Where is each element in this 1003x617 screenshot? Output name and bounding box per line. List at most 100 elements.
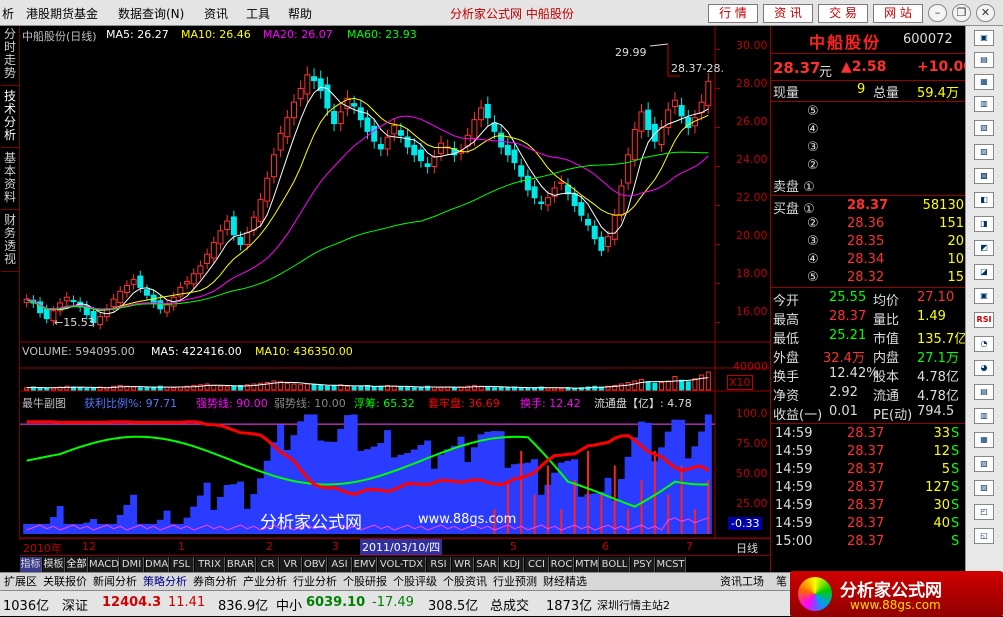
indicator-tab[interactable]: PSY	[631, 557, 655, 572]
menu-item-data-query[interactable]: 数据查询(N)	[118, 5, 184, 22]
bottom-nav-item[interactable]: 产业分析	[243, 574, 287, 590]
timeline-period[interactable]: 日线	[736, 540, 758, 556]
buy-level-key: ③	[807, 234, 819, 249]
buy-price: 28.37	[847, 198, 889, 213]
indicator-tab[interactable]: ASI	[328, 557, 352, 572]
menu-item-help[interactable]: 帮助	[288, 5, 312, 22]
toolbar-icon[interactable]: ▧	[974, 456, 994, 472]
bottom-right-item[interactable]: 笔	[776, 574, 787, 590]
toolbar-icon[interactable]: ▤	[974, 52, 994, 68]
tab-financials[interactable]: 财务透视	[1, 214, 19, 272]
trade-button[interactable]: 交 易	[818, 4, 868, 23]
volume-bar	[398, 386, 404, 391]
candle	[204, 248, 211, 270]
indicator-tab[interactable]: BRAR	[226, 557, 256, 572]
indicator-tab[interactable]: MTM	[575, 557, 599, 572]
toolbar-icon[interactable]: ◨	[974, 216, 994, 232]
bottom-nav-item[interactable]: 财经精选	[543, 574, 587, 590]
buy-volume: 20	[947, 234, 964, 249]
candle	[157, 295, 164, 314]
candle	[103, 303, 110, 322]
restore-icon[interactable]: ❐	[952, 4, 971, 22]
indicator-tab[interactable]: SAR	[475, 557, 499, 572]
volume-bar	[518, 387, 524, 391]
indicator-tab[interactable]: 指标	[20, 557, 42, 572]
indicator-tab[interactable]: DMA	[145, 557, 169, 572]
bottom-nav-item[interactable]: 新闻分析	[93, 574, 137, 590]
toolbar-icon[interactable]: ▥	[974, 96, 994, 112]
stat-label: 外盘	[773, 351, 800, 366]
indicator-tab[interactable]: 全部	[66, 557, 88, 572]
tick-row: 14:59 28.37 5 S	[771, 462, 966, 480]
indicator-tab[interactable]: TRIX	[195, 557, 225, 572]
toolbar-icon[interactable]: ▥	[974, 408, 994, 424]
minimize-icon[interactable]: –	[928, 4, 947, 22]
toolbar-icon[interactable]: ◔	[974, 336, 994, 352]
toolbar-icon[interactable]: ▦	[974, 432, 994, 448]
toolbar-icon[interactable]: ▣	[974, 288, 994, 304]
indicator-tab[interactable]: MACD	[89, 557, 119, 572]
indicator-tab[interactable]: BOLL	[600, 557, 630, 572]
flower-logo-icon	[798, 577, 832, 611]
indicator-tab[interactable]: KDJ	[500, 557, 524, 572]
website-button[interactable]: 网 站	[873, 4, 923, 23]
volume-bar	[618, 383, 624, 391]
bottom-nav-item[interactable]: 行业分析	[293, 574, 337, 590]
bottom-nav-item[interactable]: 个股评级	[393, 574, 437, 590]
toolbar-icon[interactable]: ◪	[974, 264, 994, 280]
indicator-tab[interactable]: CR	[257, 557, 279, 572]
bottom-nav-item[interactable]: 个股资讯	[443, 574, 487, 590]
indicator-tab[interactable]: WR	[452, 557, 474, 572]
bottom-nav-item[interactable]: 关联报价	[43, 574, 87, 590]
menu-item-news[interactable]: 资讯	[204, 5, 228, 22]
toolbar-icon[interactable]: ▨	[974, 144, 994, 160]
tab-fundamentals[interactable]: 基本资料	[1, 152, 19, 210]
toolbar-icon[interactable]: ◕	[974, 360, 994, 376]
rsi-icon[interactable]: RSI	[974, 312, 994, 328]
indicator-tab[interactable]: CCI	[525, 557, 549, 572]
candle	[531, 180, 538, 205]
toolbar-icon[interactable]: ▦	[974, 74, 994, 90]
indicator-tab[interactable]: OBV	[303, 557, 327, 572]
chart-area[interactable]: 中船股份(日线) MA5: 26.27 MA10: 26.46 MA20: 26…	[20, 26, 770, 555]
indicator-tab[interactable]: ROC	[550, 557, 574, 572]
quote-button[interactable]: 行 情	[708, 4, 758, 23]
tab-time-sharing[interactable]: 分时走势	[1, 28, 19, 86]
chart-svg[interactable]	[20, 26, 770, 540]
toolbar-icon[interactable]: ▣	[974, 30, 994, 46]
bottom-nav-item[interactable]: 券商分析	[193, 574, 237, 590]
bottom-right-item[interactable]: 资讯工场	[720, 574, 764, 590]
tab-technical-analysis[interactable]: 技术分析	[1, 90, 19, 148]
menu-item-tools[interactable]: 工具	[246, 5, 270, 22]
indicator-tab[interactable]: VOL-TDX	[378, 557, 426, 572]
toolbar-icon[interactable]: ▧	[974, 120, 994, 136]
menu-item-hk-futures[interactable]: 港股期货基金	[26, 5, 98, 22]
menu-item-analysis[interactable]: 析	[2, 5, 14, 22]
indicator-tab[interactable]: FSL	[170, 557, 194, 572]
volume-bar	[659, 382, 665, 391]
bottom-nav-item[interactable]: 策略分析	[143, 574, 187, 590]
toolbar-icon[interactable]: ◩	[974, 240, 994, 256]
toolbar-icon[interactable]: ◱	[974, 528, 994, 544]
indicator-tab[interactable]: 模板	[43, 557, 65, 572]
profit-ratio-bar	[49, 517, 57, 534]
indicator-tab[interactable]: EMV	[353, 557, 377, 572]
stat-value: 2.92	[829, 385, 858, 400]
stat-value: 4.78亿	[917, 389, 959, 404]
toolbar-icon[interactable]: ▤	[974, 384, 994, 400]
buy-level-row: ② 28.36 151	[771, 216, 966, 234]
close-icon[interactable]: ✕	[976, 4, 995, 22]
bottom-nav-item[interactable]: 行业预测	[493, 574, 537, 590]
toolbar-icon[interactable]: ◧	[974, 192, 994, 208]
news-button[interactable]: 资 讯	[763, 4, 813, 23]
toolbar-icon[interactable]: ▨	[974, 480, 994, 496]
indicator-tab[interactable]: DMI	[120, 557, 144, 572]
indicator-tab[interactable]: VR	[280, 557, 302, 572]
bottom-nav-item[interactable]: 个股研报	[343, 574, 387, 590]
sub-current-value: -0.33	[728, 517, 763, 530]
toolbar-icon[interactable]: ◰	[974, 504, 994, 520]
indicator-tab[interactable]: MCST	[656, 557, 686, 572]
toolbar-icon[interactable]: ▩	[974, 168, 994, 184]
bottom-nav-item[interactable]: 扩展区	[4, 574, 37, 590]
indicator-tab[interactable]: RSI	[427, 557, 451, 572]
